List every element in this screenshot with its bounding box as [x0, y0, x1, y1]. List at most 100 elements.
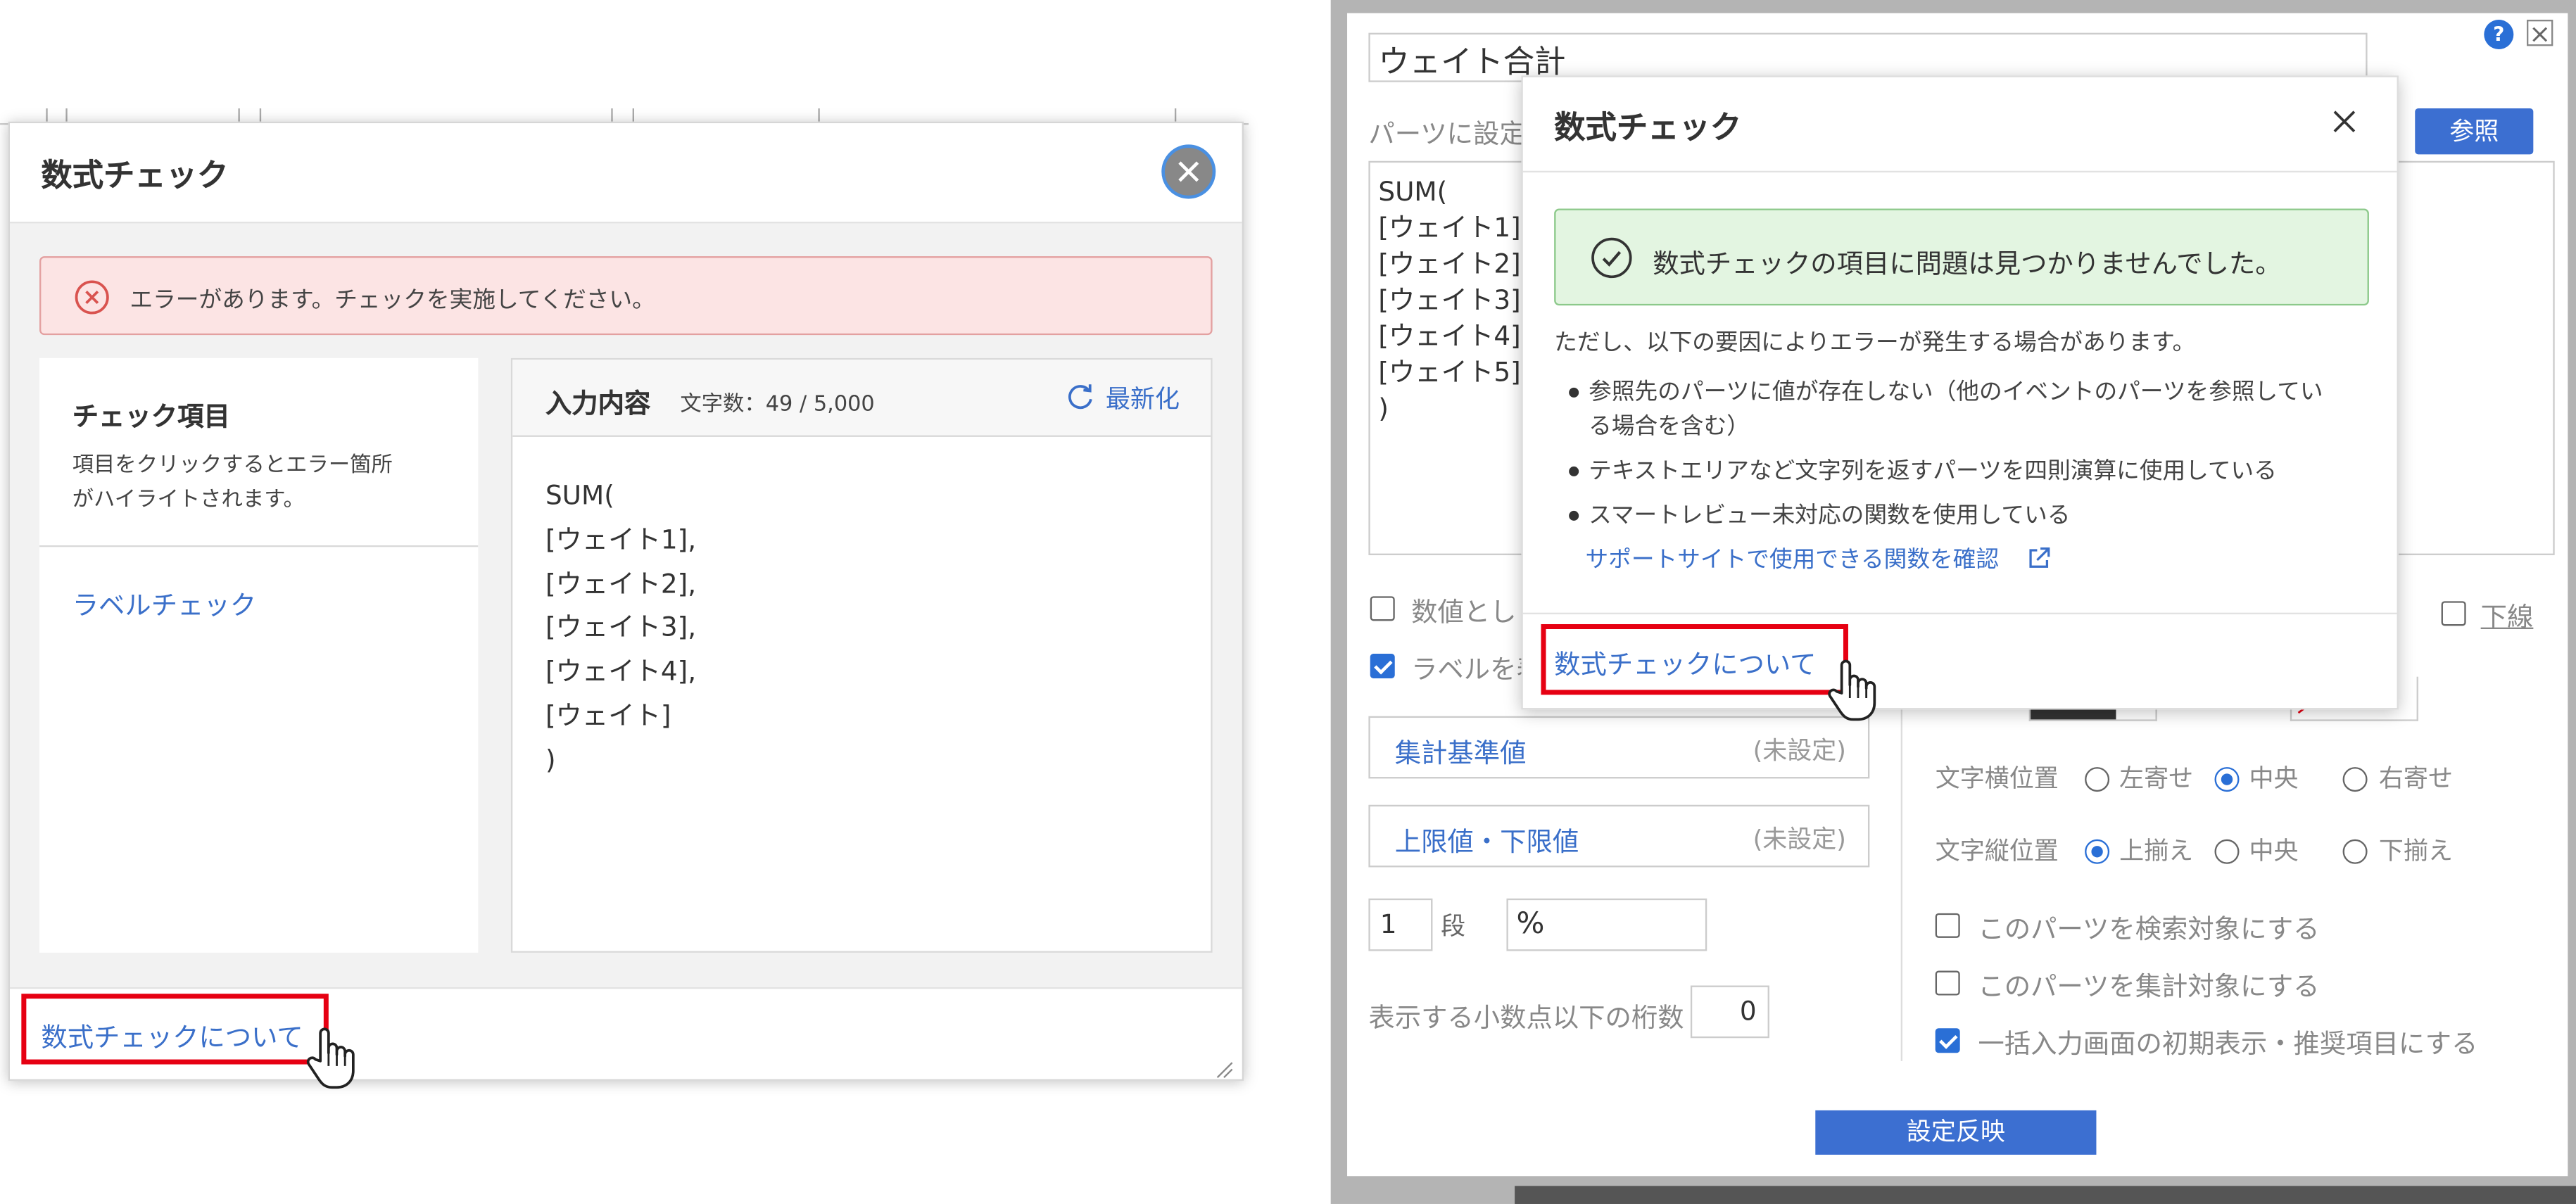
support-site-link[interactable]: サポートサイトで使用できる関数を確認 [1585, 542, 2050, 575]
browse-button[interactable]: 参照 [2415, 108, 2534, 155]
formula-line: ) [545, 743, 556, 775]
check-items-desc: 項目をクリックするとエラー箇所 [72, 453, 393, 479]
v-align-middle-radio[interactable] [2214, 839, 2240, 864]
popover-divider [1522, 170, 2397, 173]
numeric-checkbox[interactable] [1370, 596, 1395, 621]
success-message: 数式チェックの項目に問題は見つかりませんでした。 [1653, 248, 2282, 279]
bulk-input-label: 一括入力画面の初期表示・推奨項目にする [1978, 1028, 2478, 1060]
popover-close-button[interactable] [2328, 105, 2361, 138]
apply-button[interactable]: 設定反映 [1815, 1110, 2097, 1155]
formula-text: SUM( [ウェイト1], [ウェイト2], [ウェイト3], [ウェイト4],… [545, 475, 696, 783]
popover-note: ただし、以下の要因によりエラーが発生する場合があります。 [1554, 330, 2196, 357]
dialog-header: 数式チェック [10, 123, 1242, 224]
formula-line: [ウェイト4], [545, 655, 697, 687]
v-align-top-radio[interactable] [2085, 839, 2110, 864]
aggregate-base-label: 集計基準値 [1394, 737, 1527, 769]
bullet-dot [1569, 387, 1579, 398]
input-content-panel: 入力内容 文字数：49 / 5,000 最新化 SUM( [ウェイト1], [ウ… [510, 357, 1213, 953]
search-target-checkbox[interactable] [1935, 913, 1960, 938]
v-align-bottom-radio[interactable] [2342, 839, 2368, 864]
help-button[interactable]: ? [2484, 20, 2514, 50]
h-align-label: 文字横位置 [1935, 763, 2059, 794]
v-align-middle-label: 中央 [2249, 836, 2299, 866]
popover-footer-divider [1522, 612, 2397, 614]
bullet-item: スマートレビュー未対応の関数を使用している [1589, 502, 2071, 529]
divider [39, 545, 479, 547]
name-input[interactable]: ウェイト合計 [1368, 32, 2368, 82]
check-items-title: チェック項目 [72, 400, 230, 432]
unit-input[interactable]: % [1506, 898, 1707, 951]
resize-handle[interactable] [1214, 1055, 1234, 1079]
formula-line: SUM( [545, 479, 614, 511]
hand-cursor-icon [1828, 659, 1876, 721]
h-align-center-label: 中央 [2249, 763, 2299, 794]
highlight-box [1541, 623, 1848, 695]
unit-value: % [1516, 906, 1545, 942]
error-alert: エラーがあります。チェックを実施してください。 [39, 256, 1213, 336]
error-circle-icon [75, 280, 109, 315]
input-title: 入力内容 [545, 387, 651, 419]
formula-line: [ウェイト2], [545, 567, 697, 600]
highlight-box [21, 994, 329, 1065]
limits-label: 上限値・下限値 [1394, 826, 1579, 858]
bullet-item-cont: る場合を含む） [1589, 414, 1750, 441]
external-link-icon [2029, 547, 2050, 568]
formula-line: [ウェイト1] [1378, 212, 1521, 243]
underline-checkbox[interactable] [2441, 601, 2466, 626]
limits-field[interactable]: 上限値・下限値 (未設定) [1368, 804, 1870, 868]
check-items-panel: チェック項目 項目をクリックするとエラー箇所 がハイライトされます。 ラベルチェ… [39, 357, 479, 953]
browse-button-label: 参照 [2449, 116, 2499, 146]
formula-check-dialog: 数式チェック エラーがあります。チェックを実施してください。 チェック項目 項目… [8, 121, 1244, 1081]
success-alert: 数式チェックの項目に問題は見つかりませんでした。 [1554, 208, 2369, 306]
decimal-input[interactable]: 0 [1690, 985, 1769, 1039]
char-count: 文字数：49 / 5,000 [680, 392, 875, 417]
search-target-label: このパーツを検索対象にする [1978, 913, 2320, 945]
formula-line: ) [1378, 392, 1389, 424]
formula-line: [ウェイト2] [1378, 248, 1521, 279]
decimal-label: 表示する小数点以下の桁数 [1368, 1001, 1684, 1034]
formula-textarea-content: SUM( [ウェイト1] [ウェイト2] [ウェイト3] [ウェイト4] [ウェ… [1378, 174, 1520, 426]
formula-line: [ウェイト1], [545, 524, 697, 555]
label-display-checkbox[interactable] [1370, 654, 1395, 679]
aggregate-base-status: (未設定) [1753, 735, 1846, 766]
steps-value: 1 [1379, 908, 1397, 940]
close-icon [2532, 27, 2548, 42]
parts-label: パーツに設定 [1368, 118, 1526, 150]
formula-line: [ウェイト3] [1378, 284, 1521, 316]
steps-input[interactable]: 1 [1368, 898, 1433, 951]
formula-line: [ウェイト3], [545, 611, 697, 643]
numeric-label: 数値とし [1411, 596, 1517, 628]
h-align-right-radio[interactable] [2342, 767, 2368, 792]
h-align-left-radio[interactable] [2085, 767, 2110, 792]
help-icon: ? [2493, 23, 2505, 46]
formula-line: [ウェイト4] [1378, 320, 1521, 352]
bullet-item: 参照先のパーツに値が存在しない（他のイベントのパーツを参照してい [1589, 379, 2323, 406]
close-icon [2333, 110, 2356, 133]
taskbar-strip [1515, 1186, 2576, 1204]
formula-check-popover: 数式チェック 数式チェックの項目に問題は見つかりませんでした。 ただし、以下の要… [1521, 75, 2399, 710]
h-align-right-label: 右寄せ [2378, 763, 2453, 794]
underline-label: 下線 [2480, 601, 2534, 633]
bulk-input-checkbox[interactable] [1935, 1028, 1960, 1053]
close-button[interactable] [1161, 144, 1216, 199]
panel-close-button[interactable] [2526, 20, 2553, 46]
check-circle-icon [1591, 237, 1632, 279]
aggregate-target-checkbox[interactable] [1935, 970, 1960, 996]
hand-cursor-icon [306, 1027, 355, 1089]
v-align-bottom-label: 下揃え [2378, 836, 2453, 866]
h-align-center-radio[interactable] [2214, 767, 2240, 792]
decimal-value: 0 [1739, 995, 1757, 1027]
support-site-link-label: サポートサイトで使用できる関数を確認 [1585, 547, 2000, 574]
label-check-link[interactable]: ラベルチェック [72, 583, 256, 623]
limits-status: (未設定) [1753, 824, 1846, 854]
bullet-dot [1569, 510, 1579, 521]
steps-unit: 段 [1441, 911, 1466, 942]
bullet-item: テキストエリアなど文字列を返すパーツを四則演算に使用している [1589, 458, 2277, 485]
popover-title: 数式チェック [1554, 110, 1742, 146]
apply-button-label: 設定反映 [1906, 1117, 2005, 1147]
error-message: エラーがあります。チェックを実施してください。 [130, 287, 655, 314]
v-align-label: 文字縦位置 [1935, 836, 2059, 866]
h-align-left-label: 左寄せ [2119, 763, 2194, 794]
v-align-top-label: 上揃え [2119, 836, 2194, 866]
aggregate-base-field[interactable]: 集計基準値 (未設定) [1368, 716, 1870, 779]
